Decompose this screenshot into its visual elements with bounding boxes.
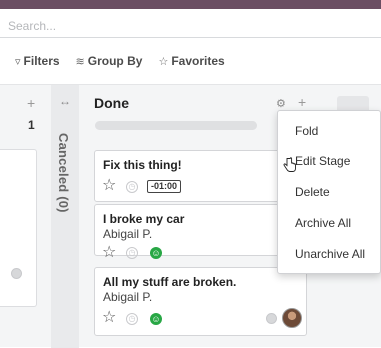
quick-create-icon[interactable]: + [298, 94, 306, 110]
card-title: All my stuff are broken. [103, 275, 237, 289]
star-icon: ☆ [158, 55, 169, 68]
layers-icon: ≋ [75, 55, 85, 68]
card-title: Fix this thing! [103, 158, 182, 172]
top-navbar [0, 0, 381, 9]
smiley-icon[interactable]: ☺ [150, 313, 162, 325]
search-options-bar: ▿ Filters ≋ Group By ☆ Favorites [0, 50, 233, 72]
kanban-card[interactable]: I broke my car Abigail P. ☆ ◷ ☺ [94, 204, 307, 261]
clock-icon[interactable]: ◷ [126, 313, 138, 325]
hand-cursor-icon [283, 157, 296, 172]
filter-icon: ▿ [15, 55, 21, 68]
quick-create-icon[interactable]: + [27, 95, 35, 111]
folded-column-label: Canceled (0) [56, 133, 71, 213]
avatar[interactable] [282, 308, 302, 328]
status-dot[interactable] [266, 313, 277, 324]
unfold-arrows-icon: ↔ [59, 94, 71, 108]
kanban-card[interactable]: All my stuff are broken. Abigail P. ☆ ◷ … [94, 267, 307, 336]
deadline-badge: -01:00 [147, 180, 182, 193]
smiley-icon[interactable]: ☺ [150, 247, 162, 259]
kanban-card[interactable] [0, 149, 37, 307]
star-icon[interactable]: ☆ [102, 245, 116, 261]
star-icon[interactable]: ☆ [102, 310, 116, 326]
group-by-label: Group By [87, 54, 143, 68]
clock-icon[interactable]: ◷ [126, 247, 138, 259]
clock-icon[interactable]: ◷ [126, 181, 138, 193]
favorites-label: Favorites [171, 54, 225, 68]
search-input[interactable] [0, 14, 381, 38]
favorites-button[interactable]: ☆ Favorites [150, 54, 232, 68]
menu-item-delete[interactable]: Delete [278, 177, 381, 207]
filters-label: Filters [23, 54, 60, 68]
column-title: Done [94, 95, 129, 111]
filters-button[interactable]: ▿ Filters [0, 54, 68, 68]
menu-item-unarchive-all[interactable]: Unarchive All [278, 239, 381, 269]
status-dot[interactable] [11, 268, 22, 279]
card-author: Abigail P. [103, 227, 153, 241]
menu-item-archive-all[interactable]: Archive All [278, 208, 381, 238]
kanban-column-previous: + 1 [0, 85, 50, 348]
star-icon[interactable]: ☆ [102, 178, 116, 194]
group-by-button[interactable]: ≋ Group By [68, 54, 151, 68]
kanban-column-canceled-folded[interactable]: ↔ Canceled (0) [51, 85, 79, 348]
card-author: Abigail P. [103, 290, 153, 304]
kanban-card[interactable]: Fix this thing! ☆ ◷ -01:00 [94, 150, 307, 202]
column-progress-bar [95, 121, 257, 130]
card-title: I broke my car [103, 212, 185, 226]
column-count: 1 [28, 118, 35, 132]
gear-icon[interactable]: ⚙ [276, 97, 286, 110]
menu-item-fold[interactable]: Fold [278, 116, 381, 146]
column-config-dropdown: Fold Edit Stage Delete Archive All Unarc… [277, 110, 381, 274]
